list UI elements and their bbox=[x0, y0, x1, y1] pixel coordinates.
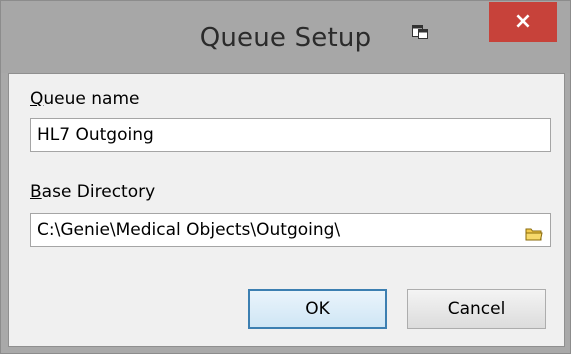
ok-button[interactable]: OK bbox=[248, 289, 387, 329]
cancel-button-label: Cancel bbox=[447, 299, 506, 319]
folder-icon bbox=[525, 228, 543, 241]
window-menu-icon[interactable] bbox=[412, 25, 428, 39]
queue-setup-dialog: Queue Setup × Queue name Base Directory … bbox=[0, 0, 571, 354]
close-button[interactable]: × bbox=[489, 2, 557, 42]
queue-name-input[interactable] bbox=[30, 118, 551, 152]
base-directory-input[interactable] bbox=[30, 213, 551, 247]
title-bar[interactable]: Queue Setup × bbox=[1, 1, 570, 73]
browse-folder-button[interactable] bbox=[519, 219, 549, 249]
ok-button-label: OK bbox=[305, 299, 330, 319]
dialog-title: Queue Setup bbox=[199, 23, 372, 53]
cancel-button[interactable]: Cancel bbox=[407, 289, 546, 329]
queue-name-label: Queue name bbox=[30, 89, 140, 109]
base-directory-label: Base Directory bbox=[30, 182, 156, 202]
close-icon: × bbox=[513, 9, 533, 34]
